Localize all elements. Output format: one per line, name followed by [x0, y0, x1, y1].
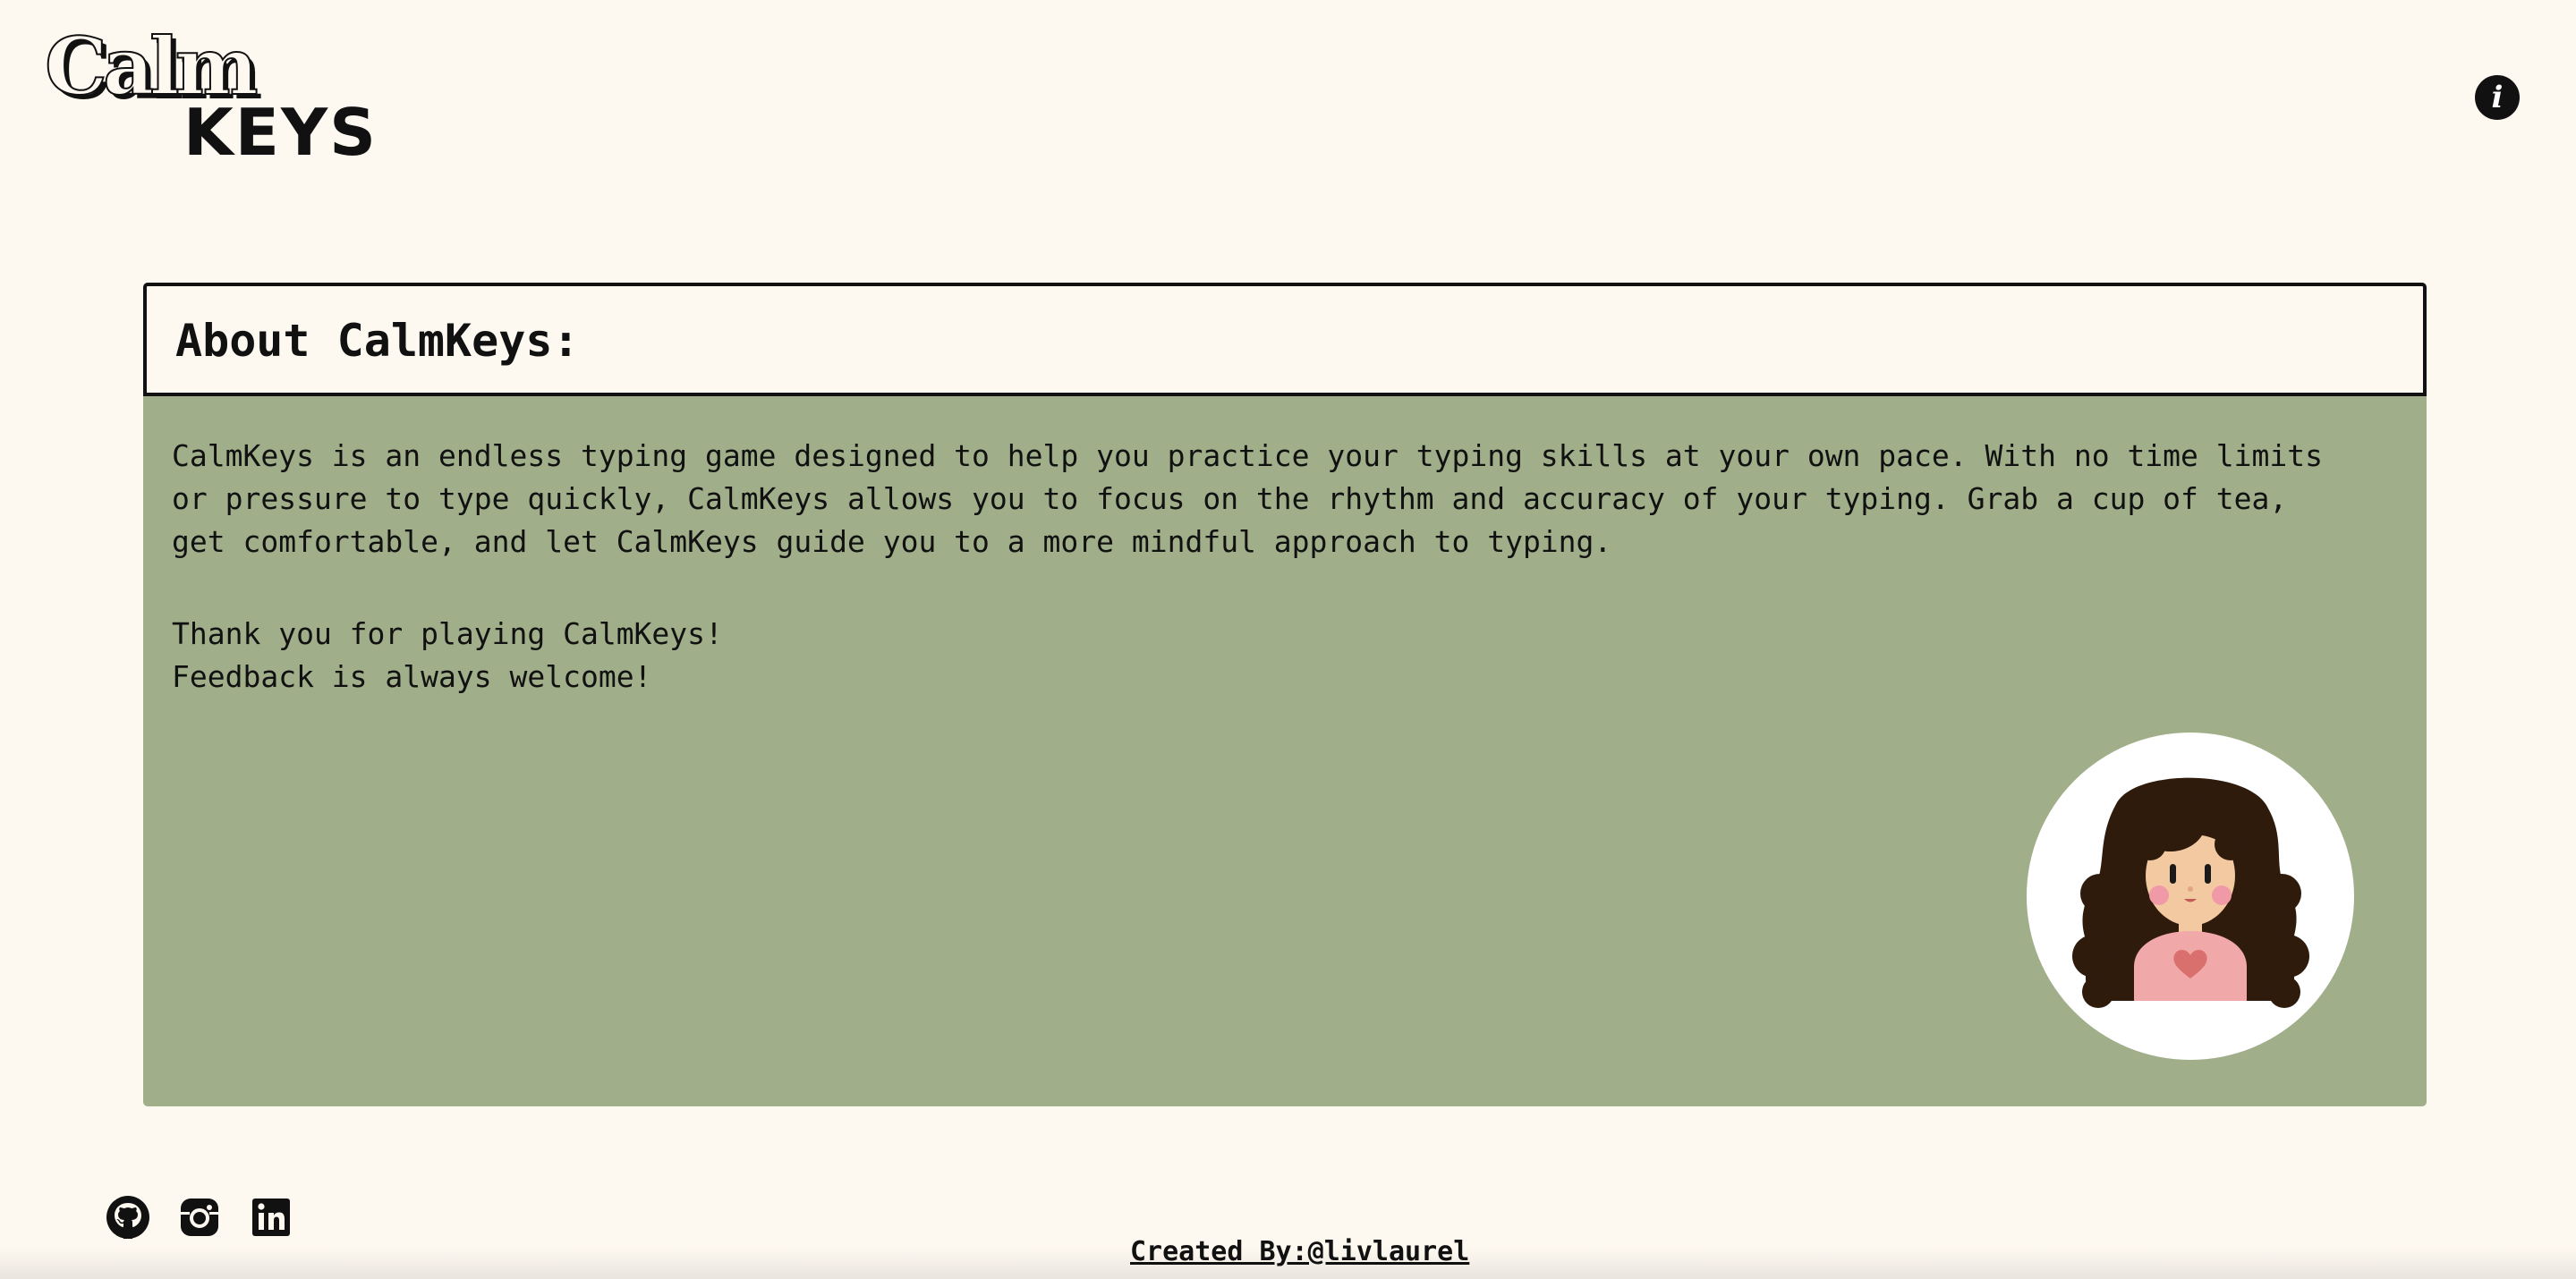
logo-calm-text: Calm: [44, 20, 259, 113]
info-icon[interactable]: i: [2475, 75, 2520, 120]
about-header: About CalmKeys:: [143, 283, 2427, 396]
github-icon[interactable]: [106, 1195, 150, 1240]
about-paragraph: CalmKeys is an endless typing game desig…: [172, 438, 2341, 559]
avatar: [2027, 733, 2354, 1060]
logo-keys-text: KEYS: [183, 95, 378, 170]
instagram-icon[interactable]: [177, 1195, 222, 1240]
credit-link[interactable]: Created By:@livlaurel: [1130, 1239, 1469, 1266]
thanks-paragraph: Thank you for playing CalmKeys! Feedback…: [172, 616, 723, 694]
girl-avatar-icon: [2072, 777, 2309, 1008]
logo[interactable]: Calm KEYS: [44, 20, 376, 170]
linkedin-icon[interactable]: [249, 1195, 293, 1240]
about-title: About CalmKeys:: [175, 315, 580, 367]
